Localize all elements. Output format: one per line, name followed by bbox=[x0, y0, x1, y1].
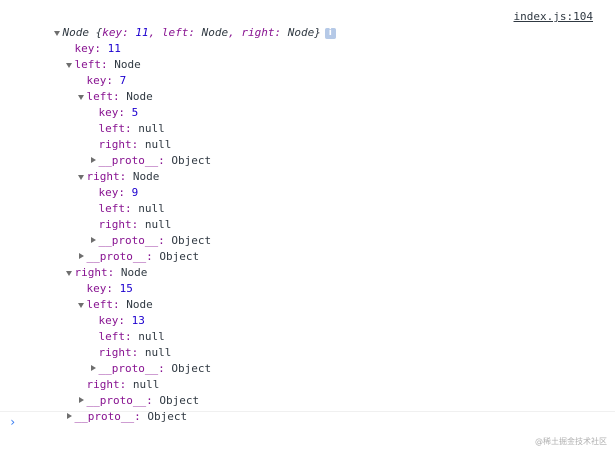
prop-row-left: left: null bbox=[98, 202, 165, 215]
prop-row-left[interactable]: left: Node bbox=[50, 73, 153, 103]
prop-row-key: key: 5 bbox=[98, 106, 139, 119]
prop-row-key: key: 15 bbox=[86, 282, 133, 295]
prop-row-right[interactable]: right: Node bbox=[50, 153, 159, 183]
prop-value: Object bbox=[171, 362, 212, 375]
prop-row-right: right: null bbox=[86, 378, 160, 391]
prop-row-proto[interactable]: __proto__: Object bbox=[50, 377, 199, 407]
root-left-value: Node bbox=[201, 26, 229, 39]
watermark: @稀土掘金技术社区 bbox=[535, 437, 607, 446]
root-key-value: 11 bbox=[135, 26, 149, 39]
prop-row-proto[interactable]: __proto__: Object bbox=[62, 217, 211, 247]
prop-row-key: key: 11 bbox=[74, 42, 121, 55]
prop-row-proto[interactable]: __proto__: Object bbox=[62, 345, 211, 375]
prop-value: Object bbox=[159, 250, 200, 263]
prop-row-right: right: null bbox=[98, 218, 172, 231]
prop-row-key: key: 7 bbox=[86, 74, 127, 87]
console-message: Node {key: 11, left: Node, right: Node} i… bbox=[0, 0, 615, 423]
root-object-row[interactable]: Node {key: 11, left: Node, right: Node} i bbox=[26, 9, 336, 39]
prop-row-left: left: null bbox=[98, 330, 165, 343]
prop-row-right[interactable]: right: Node bbox=[38, 249, 147, 279]
prop-row-right: right: null bbox=[98, 138, 172, 151]
root-right-value: Node} bbox=[287, 26, 321, 39]
prop-row-key: key: 13 bbox=[98, 314, 145, 327]
prop-row-left[interactable]: left: Node bbox=[38, 41, 141, 71]
prop-row-right: right: null bbox=[98, 346, 172, 359]
root-left-label: , left: bbox=[148, 26, 195, 39]
root-right-label: , right: bbox=[228, 26, 282, 39]
prop-row-left[interactable]: left: Node bbox=[50, 281, 153, 311]
prop-value: Object bbox=[171, 154, 212, 167]
prop-row-proto[interactable]: __proto__: Object bbox=[38, 393, 187, 423]
source-link[interactable]: index.js:104 bbox=[514, 9, 593, 25]
prop-row-proto[interactable]: __proto__: Object bbox=[50, 233, 199, 263]
info-icon[interactable]: i bbox=[324, 27, 336, 39]
prop-row-left: left: null bbox=[98, 122, 165, 135]
prompt-chevron-icon: › bbox=[9, 415, 17, 429]
prop-row-key: key: 9 bbox=[98, 186, 139, 199]
console-prompt[interactable]: › bbox=[0, 412, 615, 432]
prop-row-proto[interactable]: __proto__: Object bbox=[62, 137, 211, 167]
